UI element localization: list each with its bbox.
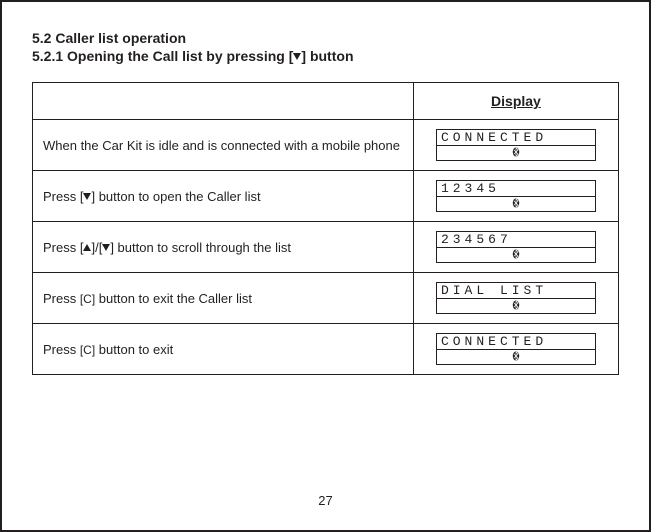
instruction-cell: When the Car Kit is idle and is connecte… <box>33 120 414 171</box>
table-row: When the Car Kit is idle and is connecte… <box>33 120 619 171</box>
display-cell: 12345 <box>413 171 618 222</box>
lcd-line2 <box>437 299 595 313</box>
display-cell: CONNECTED <box>413 120 618 171</box>
table-row: Press [C] button to exit CONNECTED <box>33 324 619 375</box>
bluetooth-icon <box>511 351 521 361</box>
section-heading-5-2-1: 5.2.1 Opening the Call list by pressing … <box>32 48 619 64</box>
lcd-line1: CONNECTED <box>437 130 595 146</box>
bluetooth-icon <box>511 198 521 208</box>
manual-page: 5.2 Caller list operation 5.2.1 Opening … <box>0 0 651 532</box>
instruction-text: When the Car Kit is idle and is connecte… <box>43 138 400 153</box>
lcd-display: 234567 <box>436 231 596 263</box>
instruction-text: button to exit the Caller list <box>95 291 252 306</box>
instruction-text: Press [ <box>43 189 83 204</box>
instruction-text: Press <box>43 291 80 306</box>
c-button-label: [C] <box>80 292 95 306</box>
lcd-line2 <box>437 197 595 211</box>
lcd-display: 12345 <box>436 180 596 212</box>
lcd-line2 <box>437 350 595 364</box>
instruction-text: button to exit <box>95 342 173 357</box>
display-cell: 234567 <box>413 222 618 273</box>
table-row: Press [] button to open the Caller list … <box>33 171 619 222</box>
operation-table: Display When the Car Kit is idle and is … <box>32 82 619 375</box>
bluetooth-icon <box>511 147 521 157</box>
instruction-cell: Press [C] button to exit <box>33 324 414 375</box>
table-row: Press [ ]/[ ] button to scroll through the… <box>33 222 619 273</box>
page-number: 27 <box>2 493 649 508</box>
instruction-text: Press [ <box>43 240 83 255</box>
lcd-display: CONNECTED <box>436 129 596 161</box>
instruction-cell: Press [C] button to exit the Caller list <box>33 273 414 324</box>
lcd-line1: 12345 <box>437 181 595 197</box>
lcd-line1: CONNECTED <box>437 334 595 350</box>
instruction-cell: Press [ ]/[ ] button to scroll through the… <box>33 222 414 273</box>
bluetooth-icon <box>511 300 521 310</box>
bluetooth-icon <box>511 249 521 259</box>
heading-text-pre: 5.2.1 Opening the Call list by pressing … <box>32 48 293 64</box>
table-row: Press [C] button to exit the Caller list… <box>33 273 619 324</box>
header-display: Display <box>413 83 618 120</box>
c-button-label: [C] <box>80 343 95 357</box>
lcd-line2 <box>437 248 595 262</box>
lcd-display: CONNECTED <box>436 333 596 365</box>
instruction-text: Press <box>43 342 80 357</box>
lcd-line1: DIAL LIST <box>437 283 595 299</box>
display-cell: CONNECTED <box>413 324 618 375</box>
down-arrow-icon <box>293 53 301 60</box>
down-arrow-icon <box>83 193 91 200</box>
down-arrow-icon <box>102 244 110 251</box>
instruction-text: ] button to open the Caller list <box>91 189 260 204</box>
instruction-cell: Press [ ] button to open the Caller list <box>33 171 414 222</box>
up-arrow-icon <box>83 244 91 251</box>
lcd-line1: 234567 <box>437 232 595 248</box>
lcd-display: DIAL LIST <box>436 282 596 314</box>
instruction-text: ] button to scroll through the list <box>110 240 291 255</box>
heading-text-post: ] button <box>301 48 353 64</box>
lcd-line2 <box>437 146 595 160</box>
instruction-text: ]/[ <box>91 240 102 255</box>
table-header-row: Display <box>33 83 619 120</box>
section-heading-5-2: 5.2 Caller list operation <box>32 30 619 46</box>
display-cell: DIAL LIST <box>413 273 618 324</box>
header-blank <box>33 83 414 120</box>
